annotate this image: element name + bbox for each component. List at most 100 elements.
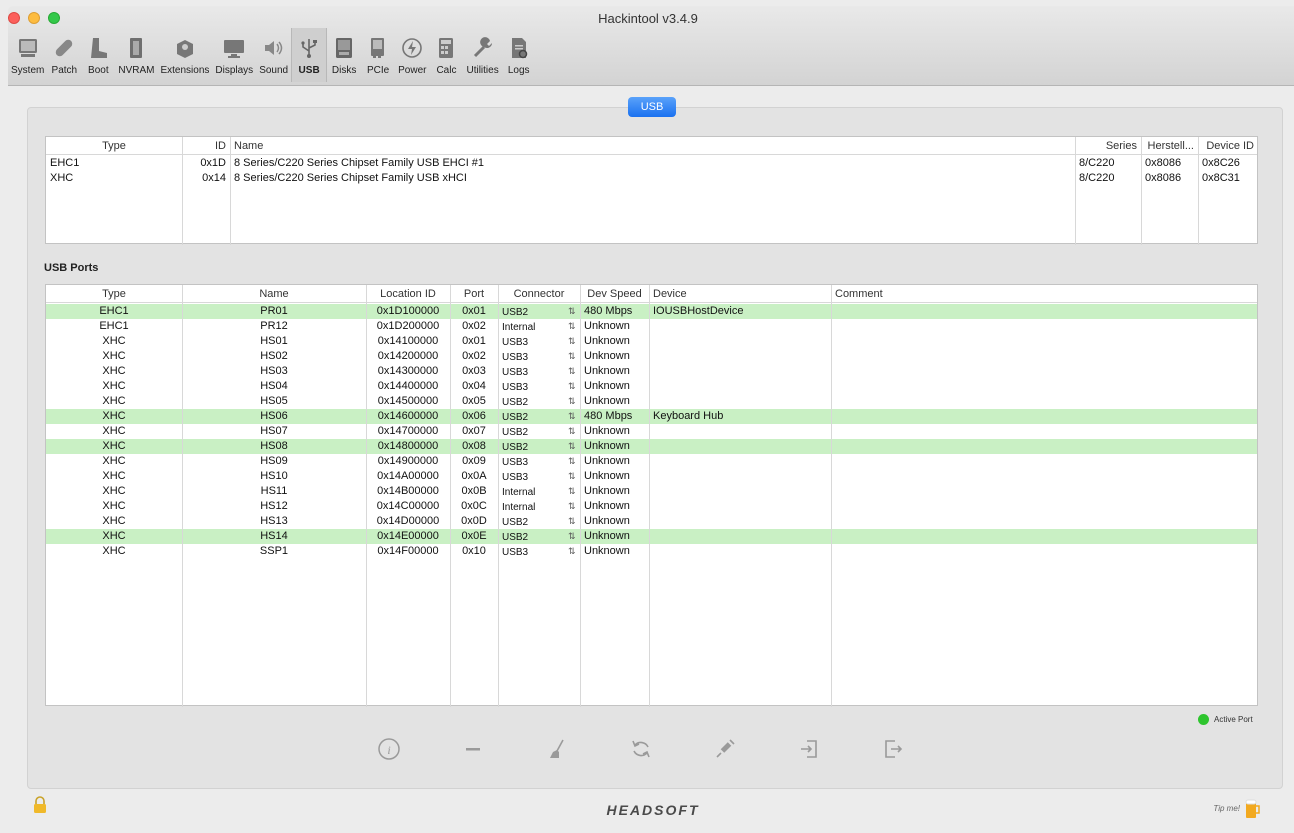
port-cell-comment[interactable] <box>831 454 1259 469</box>
port-cell-connector[interactable]: Internal <box>498 484 568 499</box>
port-row[interactable]: XHC SSP1 0x14F00000 0x10 USB3 Unknown ⇅ <box>46 544 1257 559</box>
port-cell-connector[interactable]: USB2 <box>498 424 568 439</box>
port-row[interactable]: XHC HS01 0x14100000 0x01 USB3 Unknown ⇅ <box>46 334 1257 349</box>
toolbar-item-sound[interactable]: Sound <box>256 28 291 82</box>
port-cell-connector[interactable]: USB3 <box>498 454 568 469</box>
column-header-location-id[interactable]: Location ID <box>366 285 450 303</box>
connector-stepper-icon[interactable]: ⇅ <box>564 409 580 424</box>
port-cell-connector[interactable]: USB3 <box>498 469 568 484</box>
port-cell-connector[interactable]: Internal <box>498 319 568 334</box>
port-row[interactable]: XHC HS03 0x14300000 0x03 USB3 Unknown ⇅ <box>46 364 1257 379</box>
port-row[interactable]: XHC HS04 0x14400000 0x04 USB3 Unknown ⇅ <box>46 379 1257 394</box>
info-button[interactable]: i <box>373 733 405 765</box>
port-cell-comment[interactable] <box>831 379 1259 394</box>
controller-row[interactable]: EHC1 0x1D 8 Series/C220 Series Chipset Fam… <box>46 156 1257 171</box>
port-row[interactable]: XHC HS13 0x14D00000 0x0D USB2 Unknown ⇅ <box>46 514 1257 529</box>
export-button[interactable] <box>877 733 909 765</box>
port-cell-comment[interactable] <box>831 499 1259 514</box>
port-cell-comment[interactable] <box>831 334 1259 349</box>
toolbar-item-usb[interactable]: USB <box>291 28 328 82</box>
port-cell-comment[interactable] <box>831 364 1259 379</box>
clear-button[interactable] <box>541 733 573 765</box>
connector-stepper-icon[interactable]: ⇅ <box>564 424 580 439</box>
port-cell-connector[interactable]: USB3 <box>498 334 568 349</box>
port-cell-connector[interactable]: USB2 <box>498 514 568 529</box>
port-row[interactable]: XHC HS08 0x14800000 0x08 USB2 Unknown ⇅ <box>46 439 1257 454</box>
port-cell-connector[interactable]: USB3 <box>498 379 568 394</box>
port-cell-comment[interactable] <box>831 409 1259 424</box>
connector-stepper-icon[interactable]: ⇅ <box>564 334 580 349</box>
connector-stepper-icon[interactable]: ⇅ <box>564 394 580 409</box>
column-header-id[interactable]: ID <box>182 137 230 155</box>
inject-button[interactable] <box>709 733 741 765</box>
toolbar-item-extensions[interactable]: Extensions <box>157 28 212 82</box>
toolbar-item-calc[interactable]: Calc <box>429 28 463 82</box>
column-header-name[interactable]: Name <box>182 285 366 303</box>
connector-stepper-icon[interactable]: ⇅ <box>564 529 580 544</box>
port-row[interactable]: XHC HS10 0x14A00000 0x0A USB3 Unknown ⇅ <box>46 469 1257 484</box>
column-header-dev-speed[interactable]: Dev Speed <box>580 285 649 303</box>
port-row[interactable]: XHC HS11 0x14B00000 0x0B Internal Unknown ⇅ <box>46 484 1257 499</box>
connector-stepper-icon[interactable]: ⇅ <box>564 544 580 559</box>
import-button[interactable] <box>793 733 825 765</box>
port-cell-connector[interactable]: USB3 <box>498 544 568 559</box>
port-cell-comment[interactable] <box>831 484 1259 499</box>
column-header-type[interactable]: Type <box>46 285 182 303</box>
port-cell-comment[interactable] <box>831 394 1259 409</box>
port-cell-connector[interactable]: USB2 <box>498 439 568 454</box>
column-header-comment[interactable]: Comment <box>831 285 1259 303</box>
port-row[interactable]: XHC HS12 0x14C00000 0x0C Internal Unknown ⇅ <box>46 499 1257 514</box>
port-cell-connector[interactable]: USB3 <box>498 364 568 379</box>
connector-stepper-icon[interactable]: ⇅ <box>564 514 580 529</box>
port-row[interactable]: XHC HS07 0x14700000 0x07 USB2 Unknown ⇅ <box>46 424 1257 439</box>
toolbar-item-boot[interactable]: Boot <box>81 28 115 82</box>
port-cell-comment[interactable] <box>831 514 1259 529</box>
column-header-device[interactable]: Device <box>649 285 831 303</box>
toolbar-item-system[interactable]: System <box>8 28 47 82</box>
connector-stepper-icon[interactable]: ⇅ <box>564 349 580 364</box>
column-header-device-id[interactable]: Device ID <box>1198 137 1258 155</box>
column-header-port[interactable]: Port <box>450 285 498 303</box>
port-row[interactable]: XHC HS02 0x14200000 0x02 USB3 Unknown ⇅ <box>46 349 1257 364</box>
toolbar-item-utilities[interactable]: Utilities <box>463 28 501 82</box>
toolbar-item-disks[interactable]: Disks <box>327 28 361 82</box>
port-row[interactable]: XHC HS09 0x14900000 0x09 USB3 Unknown ⇅ <box>46 454 1257 469</box>
port-cell-connector[interactable]: USB2 <box>498 394 568 409</box>
port-cell-comment[interactable] <box>831 439 1259 454</box>
column-header-type[interactable]: Type <box>46 137 182 155</box>
port-cell-connector[interactable]: USB2 <box>498 529 568 544</box>
refresh-button[interactable] <box>625 733 657 765</box>
connector-stepper-icon[interactable]: ⇅ <box>564 364 580 379</box>
connector-stepper-icon[interactable]: ⇅ <box>564 469 580 484</box>
connector-stepper-icon[interactable]: ⇅ <box>564 454 580 469</box>
port-row[interactable]: XHC HS06 0x14600000 0x06 USB2 480 Mbps Keyboar… <box>46 409 1257 424</box>
tip-me-button[interactable] <box>1244 797 1260 822</box>
port-cell-connector[interactable]: Internal <box>498 499 568 514</box>
connector-stepper-icon[interactable]: ⇅ <box>564 484 580 499</box>
remove-button[interactable] <box>457 733 489 765</box>
port-cell-comment[interactable] <box>831 304 1259 319</box>
port-cell-comment[interactable] <box>831 529 1259 544</box>
port-cell-comment[interactable] <box>831 349 1259 364</box>
port-cell-comment[interactable] <box>831 469 1259 484</box>
port-cell-connector[interactable]: USB3 <box>498 349 568 364</box>
port-row[interactable]: EHC1 PR01 0x1D100000 0x01 USB2 480 Mbps IOUSBH… <box>46 304 1257 319</box>
toolbar-item-nvram[interactable]: NVRAM <box>115 28 157 82</box>
toolbar-item-displays[interactable]: Displays <box>212 28 256 82</box>
column-header-vendor[interactable]: Herstell... <box>1141 137 1198 155</box>
port-cell-comment[interactable] <box>831 319 1259 334</box>
tip-me-label[interactable]: Tip me! <box>1213 804 1240 813</box>
connector-stepper-icon[interactable]: ⇅ <box>564 304 580 319</box>
column-header-connector[interactable]: Connector <box>498 285 580 303</box>
connector-stepper-icon[interactable]: ⇅ <box>564 439 580 454</box>
column-header-series[interactable]: Series <box>1075 137 1141 155</box>
port-row[interactable]: EHC1 PR12 0x1D200000 0x02 Internal Unknown ⇅ <box>46 319 1257 334</box>
port-cell-connector[interactable]: USB2 <box>498 304 568 319</box>
toolbar-item-patch[interactable]: Patch <box>47 28 81 82</box>
port-row[interactable]: XHC HS05 0x14500000 0x05 USB2 Unknown ⇅ <box>46 394 1257 409</box>
toolbar-item-pcie[interactable]: PCIe <box>361 28 395 82</box>
port-cell-comment[interactable] <box>831 544 1259 559</box>
connector-stepper-icon[interactable]: ⇅ <box>564 499 580 514</box>
connector-stepper-icon[interactable]: ⇅ <box>564 319 580 334</box>
port-row[interactable]: XHC HS14 0x14E00000 0x0E USB2 Unknown ⇅ <box>46 529 1257 544</box>
